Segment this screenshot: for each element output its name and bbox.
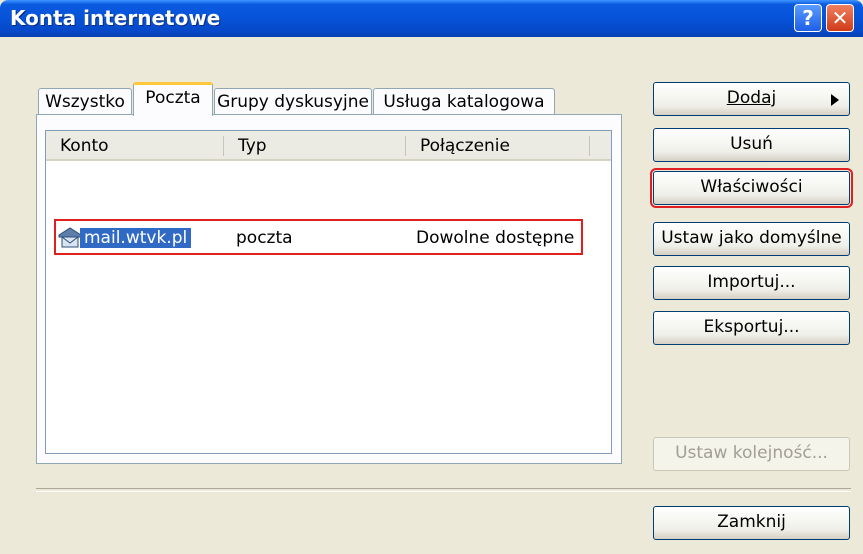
column-header-polaczenie[interactable]: Połączenie <box>406 131 590 161</box>
close-button[interactable]: ✕ <box>826 4 854 32</box>
close-icon: ✕ <box>831 6 849 30</box>
mail-account-icon <box>58 227 82 248</box>
arrow-right-icon <box>831 94 839 106</box>
import-button[interactable]: Importuj... <box>653 266 850 300</box>
title-bar[interactable]: Konta internetowe ? ✕ <box>0 0 863 37</box>
tab-wszystko[interactable]: Wszystko <box>38 88 132 116</box>
set-default-button[interactable]: Ustaw jako domyślne <box>653 222 850 256</box>
column-separator[interactable] <box>405 136 406 156</box>
column-header-empty[interactable] <box>590 131 611 161</box>
add-button-label: Dodaj <box>726 88 777 108</box>
column-header-typ[interactable]: Typ <box>224 131 406 161</box>
internet-accounts-dialog: Konta internetowe ? ✕ Wszystko Poczta Gr… <box>0 0 863 554</box>
window-title: Konta internetowe <box>10 6 221 30</box>
column-separator[interactable] <box>589 136 590 156</box>
account-name: mail.wtvk.pl <box>80 228 192 248</box>
properties-button[interactable]: Właściwości <box>650 168 853 208</box>
add-button[interactable]: Dodaj <box>653 82 850 116</box>
export-button[interactable]: Eksportuj... <box>653 311 850 345</box>
account-type: poczta <box>236 228 293 248</box>
column-header-konto[interactable]: Konto <box>46 131 224 161</box>
tab-poczta[interactable]: Poczta <box>133 82 213 116</box>
accounts-list[interactable]: Konto Typ Połączenie mail.wtvk.pl poczta… <box>45 130 612 454</box>
set-order-button: Ustaw kolejność... <box>653 437 850 471</box>
tab-usluga-katalogowa[interactable]: Usługa katalogowa <box>373 88 555 116</box>
tab-grupy-dyskusyjne[interactable]: Grupy dyskusyjne <box>214 88 372 116</box>
column-separator[interactable] <box>223 136 224 156</box>
table-row[interactable]: mail.wtvk.pl poczta Dowolne dostępne <box>54 219 583 255</box>
account-connection: Dowolne dostępne <box>416 228 575 248</box>
remove-button[interactable]: Usuń <box>653 128 850 162</box>
help-button[interactable]: ? <box>794 4 822 32</box>
divider <box>36 488 851 492</box>
close-dialog-button[interactable]: Zamknij <box>653 506 850 540</box>
